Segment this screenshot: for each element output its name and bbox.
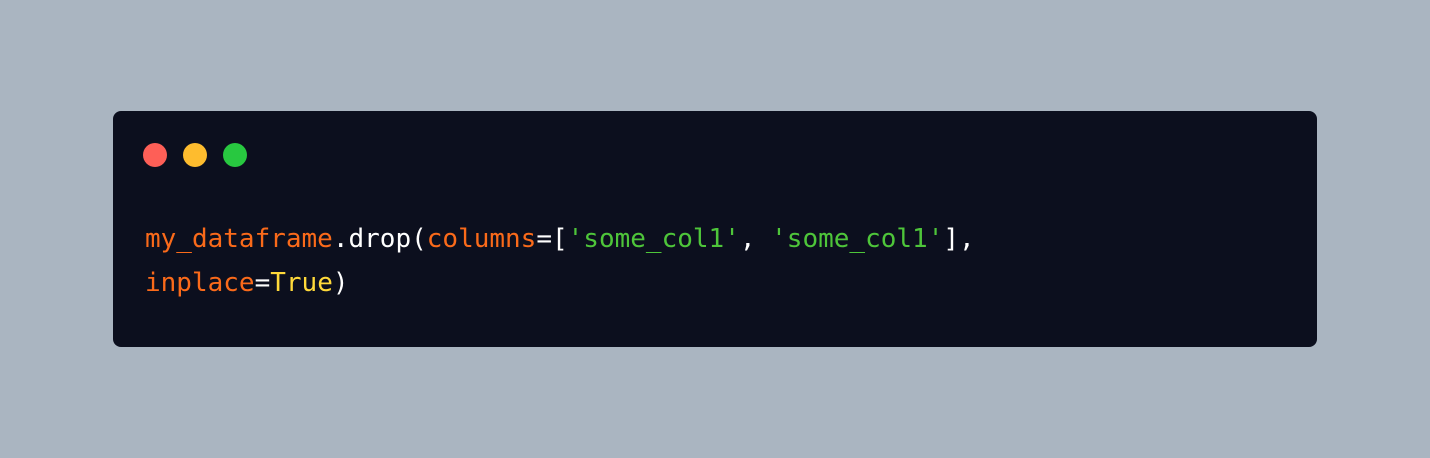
code-window: my_dataframe.drop(columns=['some_col1', … [113,111,1317,347]
code-line-1: my_dataframe.drop(columns=['some_col1', … [145,217,975,261]
code-block: my_dataframe.drop(columns=['some_col1', … [145,217,975,305]
code-line-2: inplace=True) [145,261,975,305]
window-controls [143,143,247,167]
close-dot-icon[interactable] [143,143,167,167]
code-token: 'some_col1' [771,224,944,254]
code-token: ], [943,224,975,254]
code-token: .drop( [332,224,427,254]
code-token: columns [426,224,537,254]
code-token: 'some_col1' [567,224,740,254]
maximize-dot-icon[interactable] [223,143,247,167]
code-token: =[ [536,224,568,254]
code-token: inplace [145,268,255,298]
code-token: ) [332,268,349,298]
code-token: my_dataframe [145,224,333,254]
code-token: True [270,268,333,298]
code-token: , [739,224,772,254]
minimize-dot-icon[interactable] [183,143,207,167]
code-token: = [254,268,271,298]
